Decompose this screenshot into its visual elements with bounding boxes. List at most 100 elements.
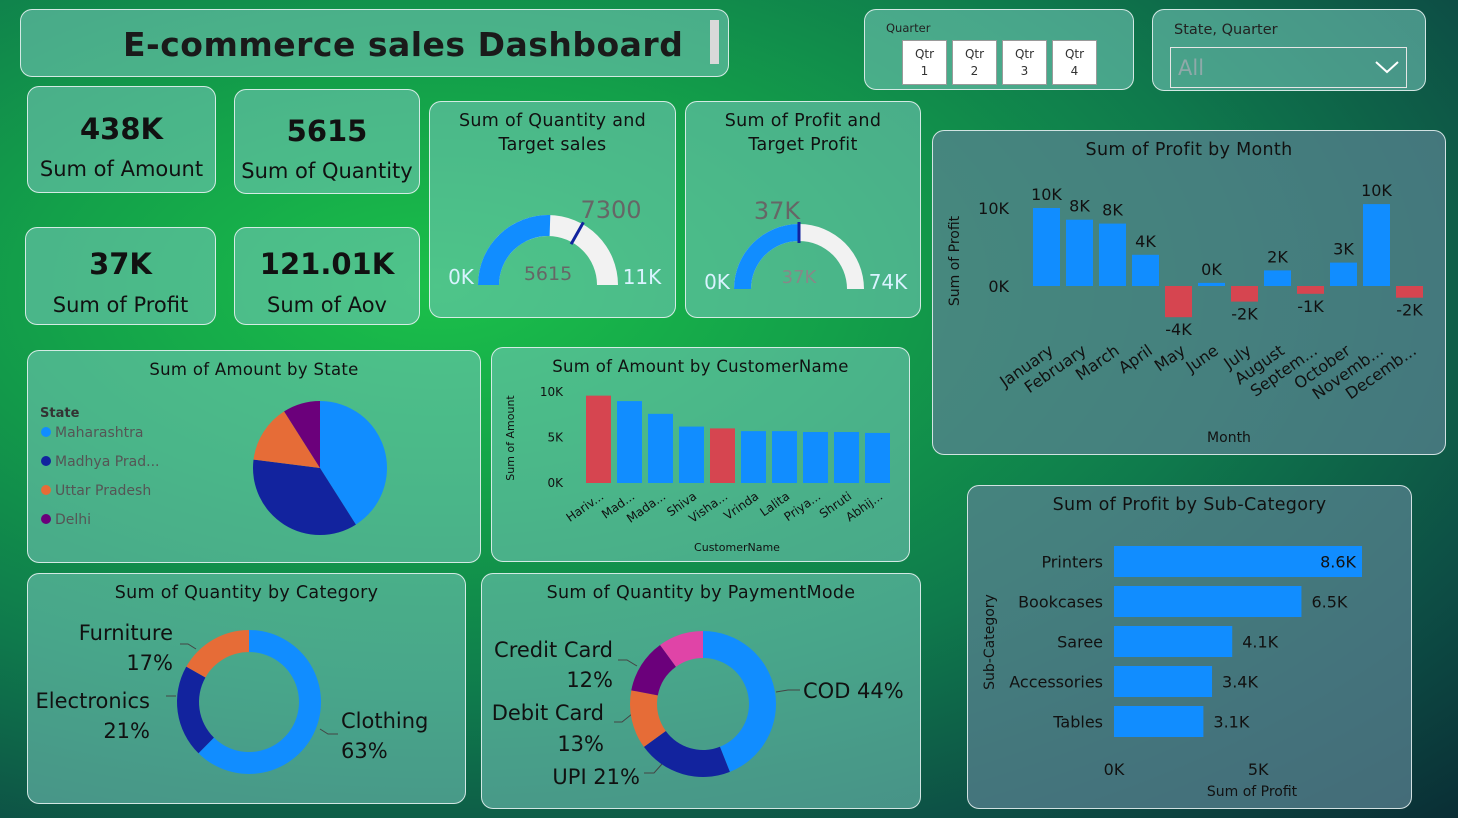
category-label-electronics-pct: 21% xyxy=(103,719,150,743)
month-data-label: -2K xyxy=(1231,305,1258,324)
month-bar-septem xyxy=(1297,286,1324,294)
profit-by-subcategory-xlabel: Sum of Profit xyxy=(1207,784,1298,800)
gauge-profit: 37K 37K 0K 74K xyxy=(704,197,908,294)
qtr-4-button[interactable]: Qtr 4 xyxy=(1052,40,1097,85)
qtr-4-number: 4 xyxy=(1070,64,1079,78)
profit-by-subcategory-card: Sum of Profit by Sub-Category Sub-Catego… xyxy=(967,485,1412,809)
month-bar-april xyxy=(1132,254,1159,286)
state-slicer-label: State, Quarter xyxy=(1174,22,1278,38)
customer-bar-hariv xyxy=(586,395,611,483)
state-slicer: State, Quarter All xyxy=(1152,9,1426,91)
quarter-slicer: Quarter Qtr 1 Qtr 2 Qtr 3 Qtr 4 xyxy=(864,9,1134,90)
customer-bar-shiva xyxy=(679,426,704,483)
payment-label-debit-card-pct: 13% xyxy=(557,732,604,756)
month-data-label: 0K xyxy=(1201,260,1222,279)
amount-by-customer-ytick: 0K xyxy=(547,476,564,490)
state-legend-marker-delhi xyxy=(41,514,51,524)
amount-by-customer-ytick: 10K xyxy=(540,385,564,399)
category-slice-furniture xyxy=(186,630,249,678)
profit-by-month-ytick: 0K xyxy=(988,277,1009,296)
subcategory-label-saree: Saree xyxy=(1057,633,1103,652)
month-bar-august xyxy=(1264,270,1291,286)
payment-label-credit-card-name: Credit Card xyxy=(494,638,613,662)
month-bar-novemb xyxy=(1363,204,1390,286)
month-data-label: 8K xyxy=(1102,201,1123,220)
state-legend-label-maharashtra: Maharashtra xyxy=(55,425,143,441)
subcategory-data-label: 6.5K xyxy=(1311,593,1347,612)
quarter-slicer-label: Quarter xyxy=(886,21,931,35)
qtr-1-number: 1 xyxy=(920,64,929,78)
subcategory-data-label: 3.1K xyxy=(1213,713,1249,732)
payment-label-upi: UPI 21% xyxy=(552,765,640,789)
page-title: E-commerce sales Dashboard xyxy=(123,25,684,64)
subcategory-label-bookcases: Bookcases xyxy=(1018,593,1103,612)
subcategory-data-label: 3.4K xyxy=(1222,673,1258,692)
profit-by-subcategory-chart: Sub-Category Sum of Profit Printers 8.6K B… xyxy=(982,546,1362,800)
amount-by-customer-chart: Sum of Amount CustomerName 0K 5K 10K Hariv.… xyxy=(504,385,890,554)
state-legend-label-uttar-pradesh: Uttar Pradesh xyxy=(55,483,151,499)
category-slice-electronics xyxy=(177,666,214,754)
category-label-electronics-name: Electronics xyxy=(36,689,150,713)
state-legend-label-madhya-prad: Madhya Prad... xyxy=(55,454,160,470)
month-bar-march xyxy=(1099,223,1126,286)
category-label-furniture-name: Furniture xyxy=(79,621,173,645)
state-legend-marker-uttar-pradesh xyxy=(41,485,51,495)
month-xtick: April xyxy=(1115,341,1156,378)
kpi-card-amount: 438K Sum of Amount xyxy=(27,86,216,193)
gauge-profit-value-label: 37K xyxy=(782,267,818,288)
leader-line-debit-card xyxy=(614,713,633,723)
quantity-by-category-chart: Clothing 63% Electronics 21% Furniture 1… xyxy=(36,621,428,774)
amount-by-customer-ytick: 5K xyxy=(547,431,564,445)
customer-bar-abhij xyxy=(865,432,890,483)
month-data-label: -1K xyxy=(1297,297,1324,316)
month-data-label: 8K xyxy=(1069,197,1090,216)
month-bar-may xyxy=(1165,286,1192,318)
qtr-3-label: Qtr xyxy=(1014,47,1035,61)
month-bar-january xyxy=(1033,208,1060,286)
profit-by-month-card: Sum of Profit by Month Sum of Profit Mon… xyxy=(932,130,1446,455)
gauge-card-quantity: Sum of Quantity and Target sales 7300 56… xyxy=(429,101,676,318)
category-label-clothing-name: Clothing xyxy=(341,709,428,733)
qtr-1-label: Qtr xyxy=(914,47,935,61)
state-legend-title: State xyxy=(40,406,80,421)
month-xtick: May xyxy=(1151,341,1189,376)
qtr-2-button[interactable]: Qtr 2 xyxy=(952,40,997,85)
subcategory-bar-bookcases xyxy=(1114,586,1302,617)
customer-bar-mada xyxy=(648,413,673,483)
qtr-2-label: Qtr xyxy=(964,47,985,61)
leader-line-clothing xyxy=(319,728,338,735)
profit-by-subcategory-xtick: 0K xyxy=(1104,760,1125,779)
profit-by-month-chart: Sum of Profit Month 0K10K10KJanuary8KFeb… xyxy=(947,181,1423,446)
leader-line-credit-card xyxy=(618,659,638,667)
subcategory-label-accessories: Accessories xyxy=(1009,673,1103,692)
gauge-profit-max-label: 74K xyxy=(869,270,908,294)
payment-label-cod: COD 44% xyxy=(803,679,904,703)
qtr-3-number: 3 xyxy=(1020,64,1029,78)
customer-bar-vrinda xyxy=(741,431,766,483)
category-label-furniture-pct: 17% xyxy=(126,651,173,675)
qtr-1-button[interactable]: Qtr 1 xyxy=(902,40,947,85)
quantity-by-category-card: Sum of Quantity by Category Clothing 63%… xyxy=(27,573,466,804)
subcategory-data-label: 8.6K xyxy=(1320,553,1356,572)
state-legend-marker-madhya-prad xyxy=(41,456,51,466)
qtr-4-label: Qtr xyxy=(1064,47,1085,61)
quantity-by-paymentmode-card: Sum of Quantity by PaymentMode COD 44% U… xyxy=(481,573,921,809)
amount-by-customer-ylabel: Sum of Amount xyxy=(504,395,517,481)
kpi-profit-value: 37K xyxy=(89,247,152,281)
month-xtick: June xyxy=(1182,341,1222,377)
kpi-amount-value: 438K xyxy=(79,112,163,146)
gauge-profit-min-label: 0K xyxy=(704,270,731,294)
amount-by-state-card: Sum of Amount by State State Maharashtra… xyxy=(27,350,481,563)
gauge-quantity-max-label: 11K xyxy=(623,265,662,289)
customer-bar-lalita xyxy=(772,431,797,483)
month-bar-june xyxy=(1198,282,1225,286)
title-banner: E-commerce sales Dashboard xyxy=(20,9,729,77)
category-label-clothing-pct: 63% xyxy=(341,739,388,763)
state-dropdown[interactable]: All xyxy=(1170,47,1407,88)
kpi-quantity-value: 5615 xyxy=(286,114,368,148)
state-legend-label-delhi: Delhi xyxy=(55,512,91,528)
qtr-2-number: 2 xyxy=(970,64,979,78)
month-data-label: -4K xyxy=(1165,320,1192,339)
qtr-3-button[interactable]: Qtr 3 xyxy=(1002,40,1047,85)
leader-line-furniture xyxy=(180,643,197,650)
